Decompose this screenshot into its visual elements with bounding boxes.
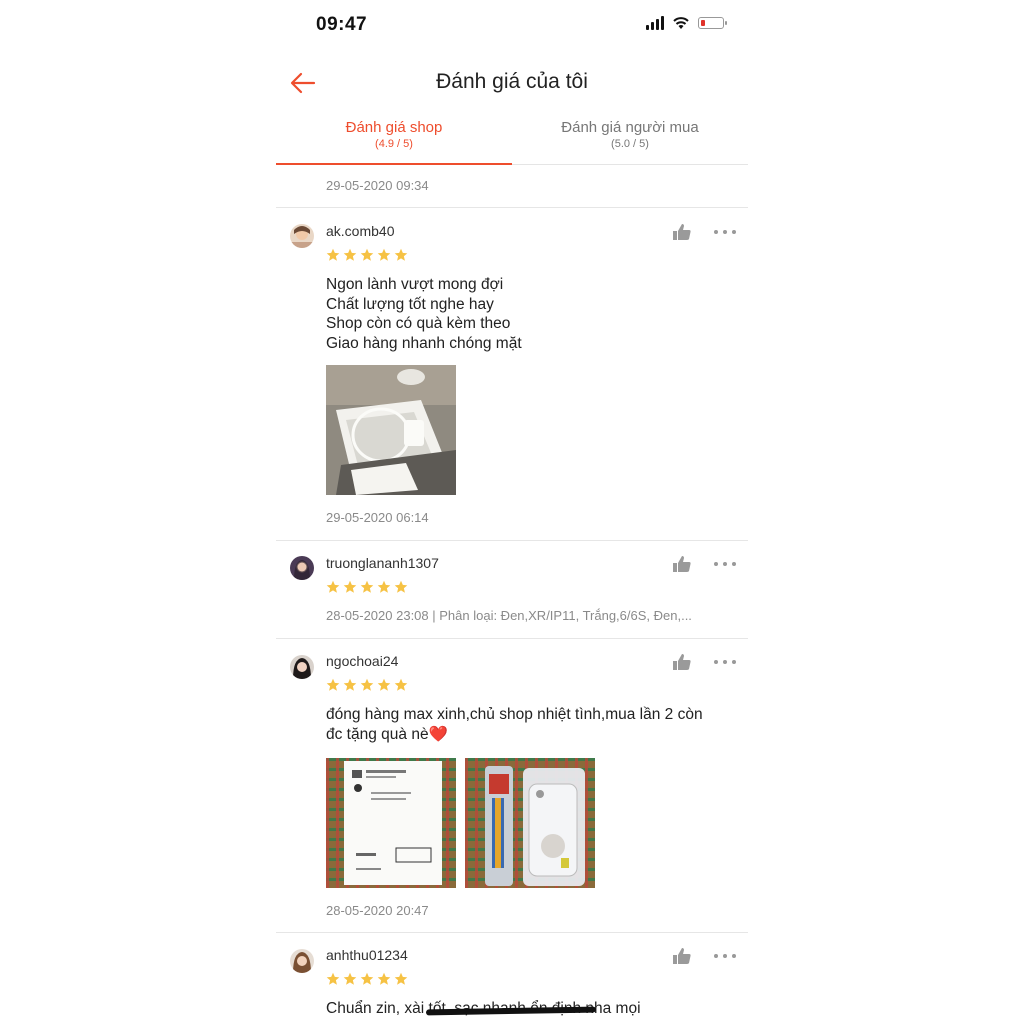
star-rating xyxy=(326,248,408,262)
star-icon xyxy=(360,678,374,691)
more-options-icon[interactable] xyxy=(714,561,736,567)
tab-rating: (5.0 / 5) xyxy=(611,138,649,150)
tab-shop-reviews[interactable]: Đánh giá shop (4.9 / 5) xyxy=(276,118,512,165)
username: truonglananh1307 xyxy=(326,555,439,571)
star-icon xyxy=(394,580,408,593)
like-icon[interactable] xyxy=(672,653,692,671)
star-rating xyxy=(326,678,408,692)
review-photo[interactable] xyxy=(465,758,595,888)
review-date: 29-05-2020 06:14 xyxy=(326,510,429,525)
username: anhthu01234 xyxy=(326,947,408,963)
star-icon xyxy=(326,580,340,593)
tab-bar: Đánh giá shop (4.9 / 5) Đánh giá người m… xyxy=(276,118,748,165)
review-date-variant: 28-05-2020 23:08 | Phân loại: Đen,XR/IP1… xyxy=(326,608,692,623)
avatar[interactable] xyxy=(290,949,314,973)
page-title: Đánh giá của tôi xyxy=(436,70,588,93)
more-options-icon[interactable] xyxy=(714,229,736,235)
divider xyxy=(276,540,748,541)
avatar[interactable] xyxy=(290,655,314,679)
signal-icon xyxy=(646,16,664,30)
avatar[interactable] xyxy=(290,224,314,248)
star-icon xyxy=(360,580,374,593)
divider xyxy=(276,207,748,208)
star-icon xyxy=(326,248,340,261)
star-icon xyxy=(360,972,374,985)
divider xyxy=(276,932,748,933)
review-text: Ngon lành vượt mong đợi Chất lượng tốt n… xyxy=(326,276,522,352)
review-date: 29-05-2020 09:34 xyxy=(326,178,429,193)
wifi-icon xyxy=(673,17,689,29)
star-icon xyxy=(394,248,408,261)
more-options-icon[interactable] xyxy=(714,953,736,959)
like-icon[interactable] xyxy=(672,555,692,573)
star-icon xyxy=(377,580,391,593)
like-icon[interactable] xyxy=(672,223,692,241)
divider xyxy=(276,638,748,639)
avatar[interactable] xyxy=(290,556,314,580)
review-photo[interactable] xyxy=(326,758,456,888)
username: ngochoai24 xyxy=(326,653,399,669)
star-icon xyxy=(360,248,374,261)
review-text-body: đóng hàng max xinh,chủ shop nhiệt tình,m… xyxy=(326,706,703,743)
review-date: 28-05-2020 20:47 xyxy=(326,903,429,918)
tab-label: Đánh giá người mua xyxy=(561,119,699,136)
review-photo[interactable] xyxy=(326,365,456,495)
star-icon xyxy=(394,678,408,691)
more-options-icon[interactable] xyxy=(714,659,736,665)
star-rating xyxy=(326,580,408,594)
status-time: 09:47 xyxy=(316,14,368,35)
star-icon xyxy=(377,248,391,261)
star-icon xyxy=(343,678,357,691)
star-icon xyxy=(377,972,391,985)
battery-icon xyxy=(698,17,727,29)
heart-emoji-icon: ❤️ xyxy=(428,725,448,743)
star-icon xyxy=(343,972,357,985)
star-icon xyxy=(326,972,340,985)
tab-label: Đánh giá shop xyxy=(345,119,443,136)
star-icon xyxy=(394,972,408,985)
review-text: đóng hàng max xinh,chủ shop nhiệt tình,m… xyxy=(326,705,736,744)
status-icons xyxy=(646,16,727,30)
tab-buyer-reviews[interactable]: Đánh giá người mua (5.0 / 5) xyxy=(512,118,748,164)
star-icon xyxy=(343,580,357,593)
username: ak.comb40 xyxy=(326,223,395,239)
like-icon[interactable] xyxy=(672,947,692,965)
phone-screen: 09:47 Đánh giá của tôi Đánh giá shop (4.… xyxy=(276,0,748,1024)
tab-rating: (4.9 / 5) xyxy=(375,138,413,150)
star-icon xyxy=(343,248,357,261)
star-icon xyxy=(326,678,340,691)
star-icon xyxy=(377,678,391,691)
star-rating xyxy=(326,972,408,986)
